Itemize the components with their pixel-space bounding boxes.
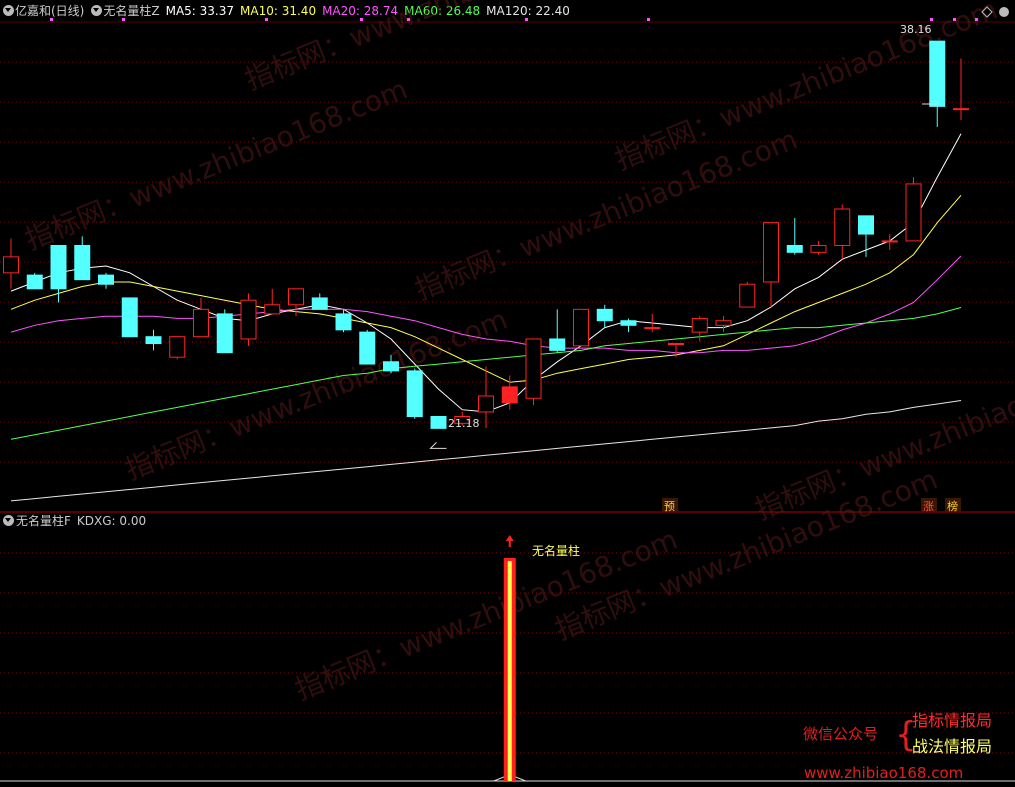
candle-body <box>383 361 399 372</box>
candle-body <box>905 183 922 242</box>
signal-label: 无名量柱 <box>532 543 580 558</box>
candle-body <box>929 40 946 107</box>
candle-body <box>478 395 494 413</box>
candle-body <box>715 320 732 326</box>
candle-body <box>288 288 304 306</box>
marker-dot <box>122 18 125 21</box>
candle-body <box>26 274 43 290</box>
promo-line1: 指标情报局 <box>912 711 992 730</box>
low-price-label: 21.18 <box>448 417 480 430</box>
candle-body <box>810 244 827 253</box>
marker-dot <box>360 18 363 21</box>
candle-body <box>335 313 352 331</box>
marker-dot <box>647 18 650 21</box>
candle-body <box>739 283 756 308</box>
marker-dot <box>265 18 268 21</box>
candle-body <box>359 331 376 365</box>
candle-body <box>311 297 328 310</box>
candle-body <box>858 215 874 235</box>
candle-body <box>549 338 566 351</box>
candle-body <box>193 308 209 338</box>
candle-body <box>763 222 779 283</box>
candle-body <box>98 274 114 285</box>
candle-body <box>74 244 91 281</box>
watermark-text: 指标网：www.zhibiao168.com <box>240 0 632 96</box>
watermark-text: 指标网：www.zhibiao168.com <box>410 123 802 307</box>
yu-label: 预 <box>664 500 675 513</box>
ma-line-ma10 <box>10 194 962 383</box>
signal-volume-bar-core <box>507 561 512 781</box>
candle-body <box>620 320 637 326</box>
zhang-label: 涨 <box>923 500 934 513</box>
marker-dot <box>975 18 978 21</box>
marker-dot <box>525 18 528 21</box>
candle-body <box>786 244 803 253</box>
marker-dot <box>930 18 933 21</box>
candle-body <box>953 108 969 111</box>
marker-dot <box>407 18 410 21</box>
watermark-text: 指标网：www.zhibiao168.com <box>20 73 412 257</box>
candle-body <box>50 244 67 290</box>
candle-body <box>3 256 19 274</box>
promo-url[interactable]: www.zhibiao168.com <box>804 764 963 782</box>
candle-body <box>169 336 186 358</box>
candle-body <box>691 317 708 333</box>
candle-body <box>264 304 281 315</box>
sub-signal-arrow-icon <box>505 535 514 541</box>
kline-chart[interactable]: 指标网：www.zhibiao168.com指标网：www.zhibiao168… <box>0 0 1015 787</box>
candle-body <box>881 240 898 243</box>
low-marker-icon <box>429 442 447 449</box>
candle-body <box>406 370 423 418</box>
candle-body <box>668 343 684 346</box>
settings-circle-icon[interactable] <box>999 7 1009 17</box>
candle-body <box>834 208 851 246</box>
candle-body <box>145 336 162 345</box>
candle-body <box>596 308 613 322</box>
candle-body <box>430 416 447 429</box>
candle-body <box>240 299 257 340</box>
candle-body <box>573 308 589 347</box>
high-price-label: 38.16 <box>900 23 932 36</box>
promo-wechat: 微信公众号 <box>803 725 878 743</box>
candle-body <box>216 313 233 354</box>
marker-dot <box>953 18 956 21</box>
candle-body <box>644 327 661 330</box>
bang-label: 榜 <box>947 499 958 513</box>
promo-line2: 战法情报局 <box>912 737 992 756</box>
candle-body <box>525 338 542 399</box>
candle-body <box>121 297 138 338</box>
marker-dot <box>50 18 53 21</box>
